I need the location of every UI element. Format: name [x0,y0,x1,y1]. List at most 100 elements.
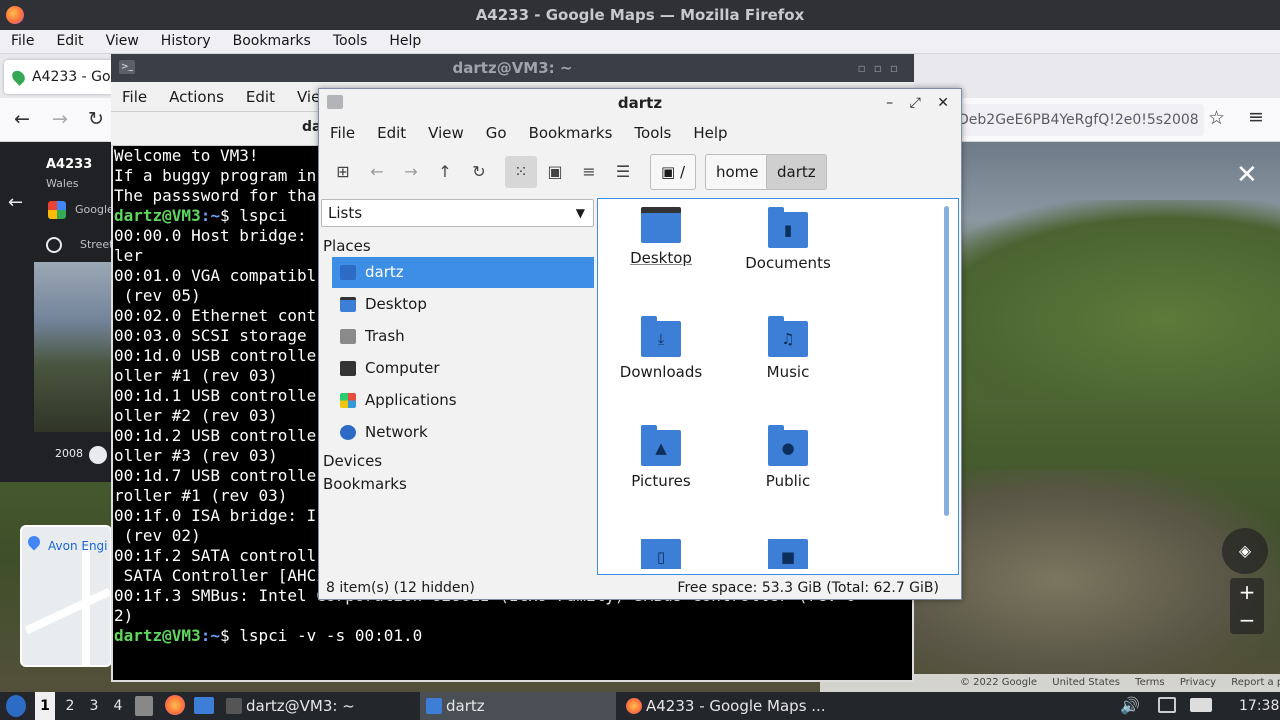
term-menu-actions[interactable]: Actions [158,82,235,112]
volume-icon[interactable]: 🔊 [1120,692,1140,720]
file-item-pictures[interactable]: ▲ Pictures [601,425,721,490]
terminal-titlebar[interactable]: >_ dartz@VM3: ~ ▫▫▫ [111,54,914,82]
network-tray-icon[interactable] [1190,698,1212,712]
task-terminal[interactable]: dartz@VM3: ~ [220,692,416,720]
icon-view-icon[interactable]: ⁙ [505,156,537,188]
fm-scrollbar[interactable] [944,206,949,516]
term-menu-edit[interactable]: Edit [235,82,286,112]
sv-history-label[interactable]: Street [80,238,113,251]
term-menu-file[interactable]: File [111,82,158,112]
workspace-2[interactable]: 2 [60,692,80,720]
ff-menu-bookmarks[interactable]: Bookmarks [222,30,322,52]
videos-folder-icon: ■ [768,539,808,569]
file-item-downloads[interactable]: ⤓ Downloads [601,316,721,381]
back-icon[interactable]: ← [14,108,30,130]
back-icon[interactable]: ← [361,156,393,188]
fm-menu-tools[interactable]: Tools [623,119,682,147]
hamburger-menu-icon[interactable]: ≡ [1248,106,1264,128]
sv-close-icon[interactable]: ✕ [1236,160,1258,190]
devices-header[interactable]: Devices [323,452,382,470]
url-bar[interactable]: Deb2GeE6PB4YeRgfQ!2e0!5s2008 [952,104,1204,136]
breadcrumb-dartz[interactable]: dartz [766,154,827,190]
fm-menu-help[interactable]: Help [682,119,738,147]
ff-menu-tools[interactable]: Tools [322,30,379,52]
file-item-templates[interactable]: ▯ [601,539,721,569]
workspace-1[interactable]: 1 [35,692,55,720]
reload-icon[interactable]: ↻ [463,156,495,188]
zoom-in-icon[interactable]: + [1230,578,1264,606]
sv-back-arrow-icon[interactable]: ← [8,192,23,213]
maps-favicon-icon [9,68,28,86]
fm-titlebar[interactable]: dartz – ⤢ ✕ [319,89,961,117]
zoom-out-icon[interactable]: − [1230,606,1264,634]
ff-menu-file[interactable]: File [0,30,45,52]
fm-menu-view[interactable]: View [417,119,475,147]
firefox-menubar: File Edit View History Bookmarks Tools Help [0,30,1280,54]
terminal-window-controls[interactable]: ▫▫▫ [858,54,906,82]
compact-view-icon[interactable]: ≡ [573,156,605,188]
sidebar-item-dartz[interactable]: dartz [332,257,594,288]
workspace-4[interactable]: 4 [108,692,128,720]
sidebar-item-network[interactable]: Network [332,417,594,448]
sv-timeline-slider[interactable] [89,446,107,464]
applications-icon [340,393,356,408]
workspace-3[interactable]: 3 [84,692,104,720]
side-pane-mode-select[interactable]: Lists ▼ [321,199,594,227]
bookmarks-header[interactable]: Bookmarks [323,475,407,493]
footer-report[interactable]: Report a problem [1231,677,1280,688]
new-tab-icon[interactable]: ⊞ [327,156,359,188]
compass-icon[interactable]: ◈ [1222,528,1268,574]
ff-menu-view[interactable]: View [95,30,150,52]
ff-menu-help[interactable]: Help [378,30,432,52]
reload-icon[interactable]: ↻ [88,108,104,130]
sidebar-item-computer[interactable]: Computer [332,353,594,384]
desktop-folder-icon [641,207,681,243]
file-item-music[interactable]: ♫ Music [728,316,848,381]
computer-icon [340,361,356,376]
file-item-documents[interactable]: ▮ Documents [728,207,848,272]
terminal-window-title: dartz@VM3: ~ [452,59,573,77]
forward-icon[interactable]: → [395,156,427,188]
file-manager-launcher-icon[interactable] [194,697,214,714]
clipboard-icon[interactable] [1158,697,1176,713]
ff-menu-edit[interactable]: Edit [45,30,94,52]
ff-menu-history[interactable]: History [150,30,222,52]
task-firefox[interactable]: A4233 - Google Maps ... [620,692,826,720]
sidebar-item-applications[interactable]: Applications [332,385,594,416]
forward-icon[interactable]: → [52,108,68,130]
clock[interactable]: 17:38 [1239,692,1279,720]
start-menu-icon[interactable] [6,695,26,717]
file-item-videos[interactable]: ■ [728,539,848,569]
firefox-tab-title: A4233 - Goo [32,69,114,85]
fm-window-controls: – ⤢ ✕ [886,89,955,117]
thumbnail-view-icon[interactable]: ▣ [539,156,571,188]
firefox-window-title: A4233 - Google Maps — Mozilla Firefox [475,6,805,24]
sv-place-subtitle: Wales [46,177,79,190]
sidebar-item-trash[interactable]: Trash [332,321,594,352]
file-item-public[interactable]: ● Public [728,425,848,490]
footer-privacy[interactable]: Privacy [1180,677,1216,688]
detail-view-icon[interactable]: ☰ [607,156,639,188]
street-view-thumbnail[interactable] [34,262,112,432]
file-item-desktop[interactable]: Desktop [601,207,721,267]
maximize-icon[interactable]: ⤢ [910,95,927,111]
bookmark-star-icon[interactable]: ☆ [1208,107,1225,129]
footer-terms[interactable]: Terms [1135,677,1164,688]
fm-menu-bookmarks[interactable]: Bookmarks [518,119,624,147]
minimize-icon[interactable]: – [886,95,899,111]
fm-menu-edit[interactable]: Edit [366,119,417,147]
fm-menu-file[interactable]: File [319,119,366,147]
firefox-tab[interactable]: A4233 - Goo [4,60,114,94]
breadcrumb-home[interactable]: home [705,154,770,190]
fm-menu-go[interactable]: Go [475,119,518,147]
history-clock-icon[interactable] [46,237,62,253]
breadcrumb-root[interactable]: ▣ / [650,154,697,190]
task-label: dartz@VM3: ~ [246,697,355,715]
up-icon[interactable]: ↑ [429,156,461,188]
footer-region[interactable]: United States [1052,677,1120,688]
task-file-manager[interactable]: dartz [420,692,616,720]
show-desktop-icon[interactable] [135,696,153,716]
firefox-launcher-icon[interactable] [165,695,185,715]
sidebar-item-desktop[interactable]: Desktop [332,289,594,320]
close-icon[interactable]: ✕ [937,95,955,111]
